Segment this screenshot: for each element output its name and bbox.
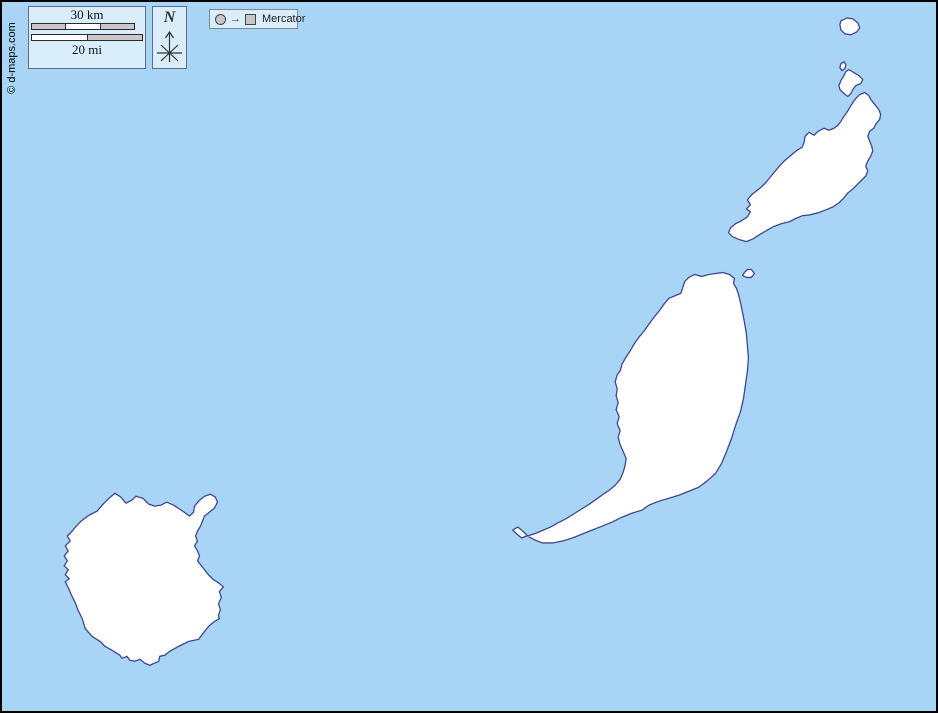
copyright: © d-maps.com	[3, 8, 20, 108]
compass-north-label: N	[153, 9, 186, 27]
compass-panel: N	[152, 6, 187, 69]
scale-bar-km	[31, 23, 135, 30]
scale-km-segment	[100, 24, 134, 29]
compass-arrow-icon	[153, 27, 186, 67]
copyright-text: © d-maps.com	[6, 22, 18, 94]
island-la-graciosa	[839, 70, 863, 97]
scale-km-segment	[65, 24, 99, 29]
island-lobos	[742, 269, 754, 277]
scale-mi-segment	[87, 35, 143, 40]
island-montana-clara	[840, 62, 846, 71]
island-gran-canaria	[64, 493, 223, 665]
projection-label: Mercator	[262, 13, 305, 25]
scale-mi-segment	[32, 35, 87, 40]
projection-panel: → Mercator	[209, 9, 298, 29]
island-lanzarote	[729, 92, 881, 241]
scale-km-label: 30 km	[29, 7, 145, 22]
island-alegranza	[840, 18, 860, 35]
map-sea	[2, 2, 936, 711]
projection-square-icon	[245, 14, 256, 25]
projection-circle-icon	[215, 14, 226, 25]
map-canvas: © d-maps.com 30 km 20 mi N →	[0, 0, 938, 713]
scale-panel: 30 km 20 mi	[28, 6, 146, 69]
scale-km-segment	[32, 24, 65, 29]
scale-bar-mi	[31, 34, 143, 41]
scale-mi-label: 20 mi	[29, 42, 145, 57]
projection-arrow-icon: →	[230, 14, 241, 25]
island-fuerteventura	[513, 272, 749, 542]
